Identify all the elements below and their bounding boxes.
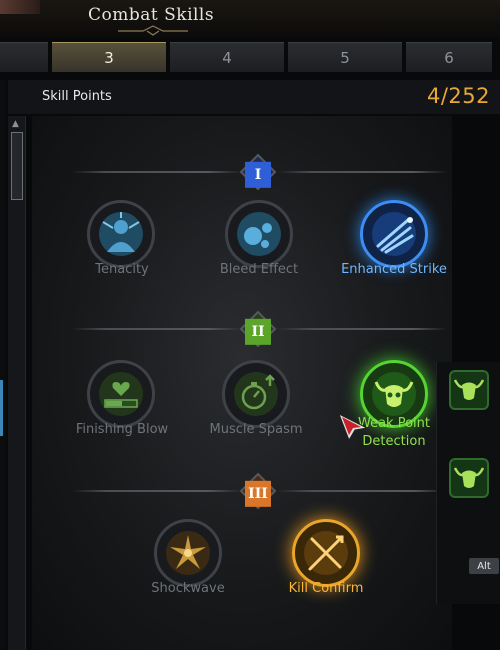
pointer-cursor-icon bbox=[338, 412, 369, 442]
skill-finishing-blow[interactable] bbox=[87, 360, 155, 428]
scroll-thumb[interactable] bbox=[11, 132, 23, 200]
tab-4[interactable]: 4 bbox=[170, 42, 284, 72]
tier-1-numeral: I bbox=[245, 161, 271, 188]
skill-bleed-effect[interactable] bbox=[225, 200, 293, 268]
side-accent bbox=[0, 380, 3, 436]
skill-tree: I II III Tenacity Bleed Effect Enhanced … bbox=[32, 116, 452, 650]
tab-5[interactable]: 5 bbox=[288, 42, 402, 72]
tier-3-line-left bbox=[72, 490, 242, 492]
skill-points-label: Skill Points bbox=[42, 89, 112, 104]
title-bar: Combat Skills bbox=[0, 0, 500, 38]
bull-skull-icon bbox=[453, 379, 485, 400]
tier-3-numeral: III bbox=[245, 480, 271, 507]
stopwatch-icon bbox=[234, 372, 278, 416]
tab-6[interactable]: 6 bbox=[406, 42, 492, 72]
side-skill-slot-2[interactable] bbox=[449, 458, 489, 498]
tier-2-line-right bbox=[277, 328, 447, 330]
side-skill-slot-1[interactable] bbox=[449, 370, 489, 410]
left-side-strip bbox=[0, 80, 6, 650]
scroll-up-icon[interactable]: ▲ bbox=[12, 119, 19, 129]
tier-3-badge: III bbox=[239, 472, 277, 510]
skill-muscle-spasm[interactable] bbox=[222, 360, 290, 428]
tier-tabs: 3 4 5 6 bbox=[0, 42, 500, 76]
skill-tenacity[interactable] bbox=[87, 200, 155, 268]
skill-points-value: 4/252 bbox=[426, 84, 490, 108]
crossed-arrows-icon bbox=[304, 531, 348, 575]
tier-2-numeral: II bbox=[245, 318, 271, 345]
tier-1-line-right bbox=[277, 171, 447, 173]
skill-enhanced-strike[interactable] bbox=[360, 200, 428, 268]
side-tooltip-panel: Alt bbox=[436, 362, 500, 604]
window-title: Combat Skills bbox=[88, 5, 215, 25]
tab-3[interactable]: 3 bbox=[52, 42, 166, 72]
skill-label-shockwave: Shockwave bbox=[151, 581, 225, 596]
tab-0[interactable] bbox=[0, 42, 48, 72]
tier-1-line-left bbox=[72, 171, 242, 173]
skill-label-bleed-effect: Bleed Effect bbox=[219, 262, 299, 277]
tier-3-line-right bbox=[277, 490, 447, 492]
figure-icon bbox=[99, 212, 143, 256]
slash-icon bbox=[372, 212, 416, 256]
skill-label-muscle-spasm: Muscle Spasm bbox=[209, 422, 303, 437]
scrollbar[interactable]: ▲ bbox=[8, 116, 26, 650]
title-ornament-icon bbox=[118, 25, 188, 36]
skill-shockwave[interactable] bbox=[154, 519, 222, 587]
skill-kill-confirm[interactable] bbox=[292, 519, 360, 587]
title-decoration bbox=[0, 0, 40, 14]
burst-icon bbox=[166, 531, 210, 575]
tier-2-badge: II bbox=[239, 310, 277, 348]
heart-bar-icon bbox=[99, 372, 143, 416]
skill-label-tenacity: Tenacity bbox=[95, 262, 149, 277]
skill-label-kill-confirm: Kill Confirm bbox=[288, 581, 364, 596]
alt-key-hint: Alt bbox=[469, 558, 499, 574]
skill-label-finishing-blow: Finishing Blow bbox=[75, 422, 169, 437]
skill-label-enhanced-strike: Enhanced Strike bbox=[341, 262, 447, 277]
skill-points-row: Skill Points 4/252 bbox=[8, 80, 500, 114]
bull-skull-icon bbox=[453, 467, 485, 488]
tier-1-badge: I bbox=[239, 153, 277, 191]
blood-drip-icon bbox=[237, 212, 281, 256]
bull-skull-icon bbox=[372, 372, 416, 416]
tier-2-line-left bbox=[72, 328, 242, 330]
